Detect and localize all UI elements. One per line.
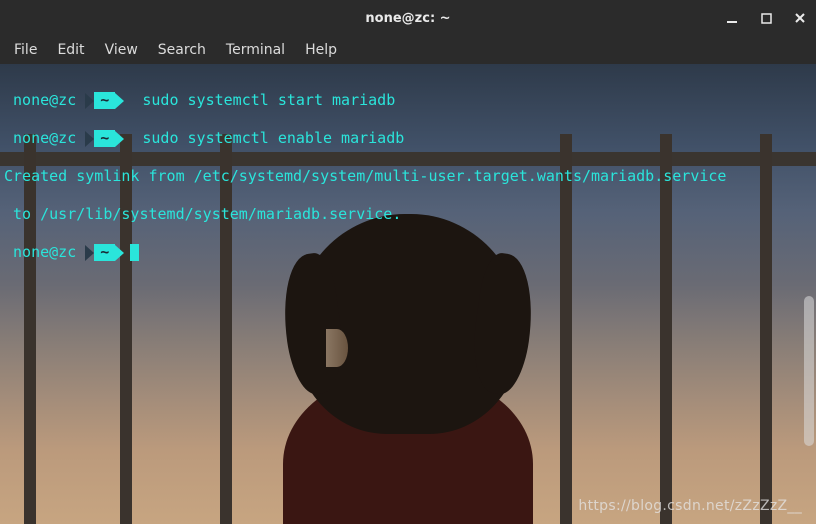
prompt-path: ~ — [94, 92, 115, 109]
prompt-chevron-icon — [85, 131, 94, 147]
prompt-chevron-icon — [115, 131, 124, 147]
terminal-cursor — [130, 244, 139, 261]
output-line: to /usr/lib/systemd/system/mariadb.servi… — [4, 205, 802, 224]
menu-search[interactable]: Search — [150, 38, 214, 62]
command-text: sudo systemctl start mariadb — [142, 91, 395, 109]
prompt-path: ~ — [94, 244, 115, 261]
window-title: none@zc: ~ — [365, 11, 450, 26]
prompt-user-host: none@zc — [13, 91, 76, 109]
close-button[interactable] — [792, 10, 808, 26]
terminal-viewport[interactable]: none@zc ~ sudo systemctl start mariadb n… — [0, 64, 816, 524]
scrollbar-thumb[interactable] — [804, 296, 814, 446]
prompt-chevron-icon — [115, 93, 124, 109]
maximize-button[interactable] — [758, 10, 774, 26]
menu-terminal[interactable]: Terminal — [218, 38, 293, 62]
command-text: sudo systemctl enable mariadb — [142, 129, 404, 147]
menubar: File Edit View Search Terminal Help — [0, 36, 816, 64]
menu-file[interactable]: File — [6, 38, 45, 62]
watermark-text: https://blog.csdn.net/zZzZzZ__ — [578, 498, 802, 514]
titlebar: none@zc: ~ — [0, 0, 816, 36]
terminal-output: none@zc ~ sudo systemctl start mariadb n… — [0, 64, 802, 300]
menu-edit[interactable]: Edit — [49, 38, 92, 62]
prompt-user-host: none@zc — [13, 129, 76, 147]
prompt-path: ~ — [94, 130, 115, 147]
window-controls — [724, 10, 808, 26]
output-line: Created symlink from /etc/systemd/system… — [4, 167, 802, 186]
prompt-chevron-icon — [115, 245, 124, 261]
prompt-user-host: none@zc — [13, 243, 76, 261]
menu-view[interactable]: View — [97, 38, 146, 62]
minimize-button[interactable] — [724, 10, 740, 26]
prompt-chevron-icon — [85, 245, 94, 261]
prompt-chevron-icon — [85, 93, 94, 109]
menu-help[interactable]: Help — [297, 38, 345, 62]
